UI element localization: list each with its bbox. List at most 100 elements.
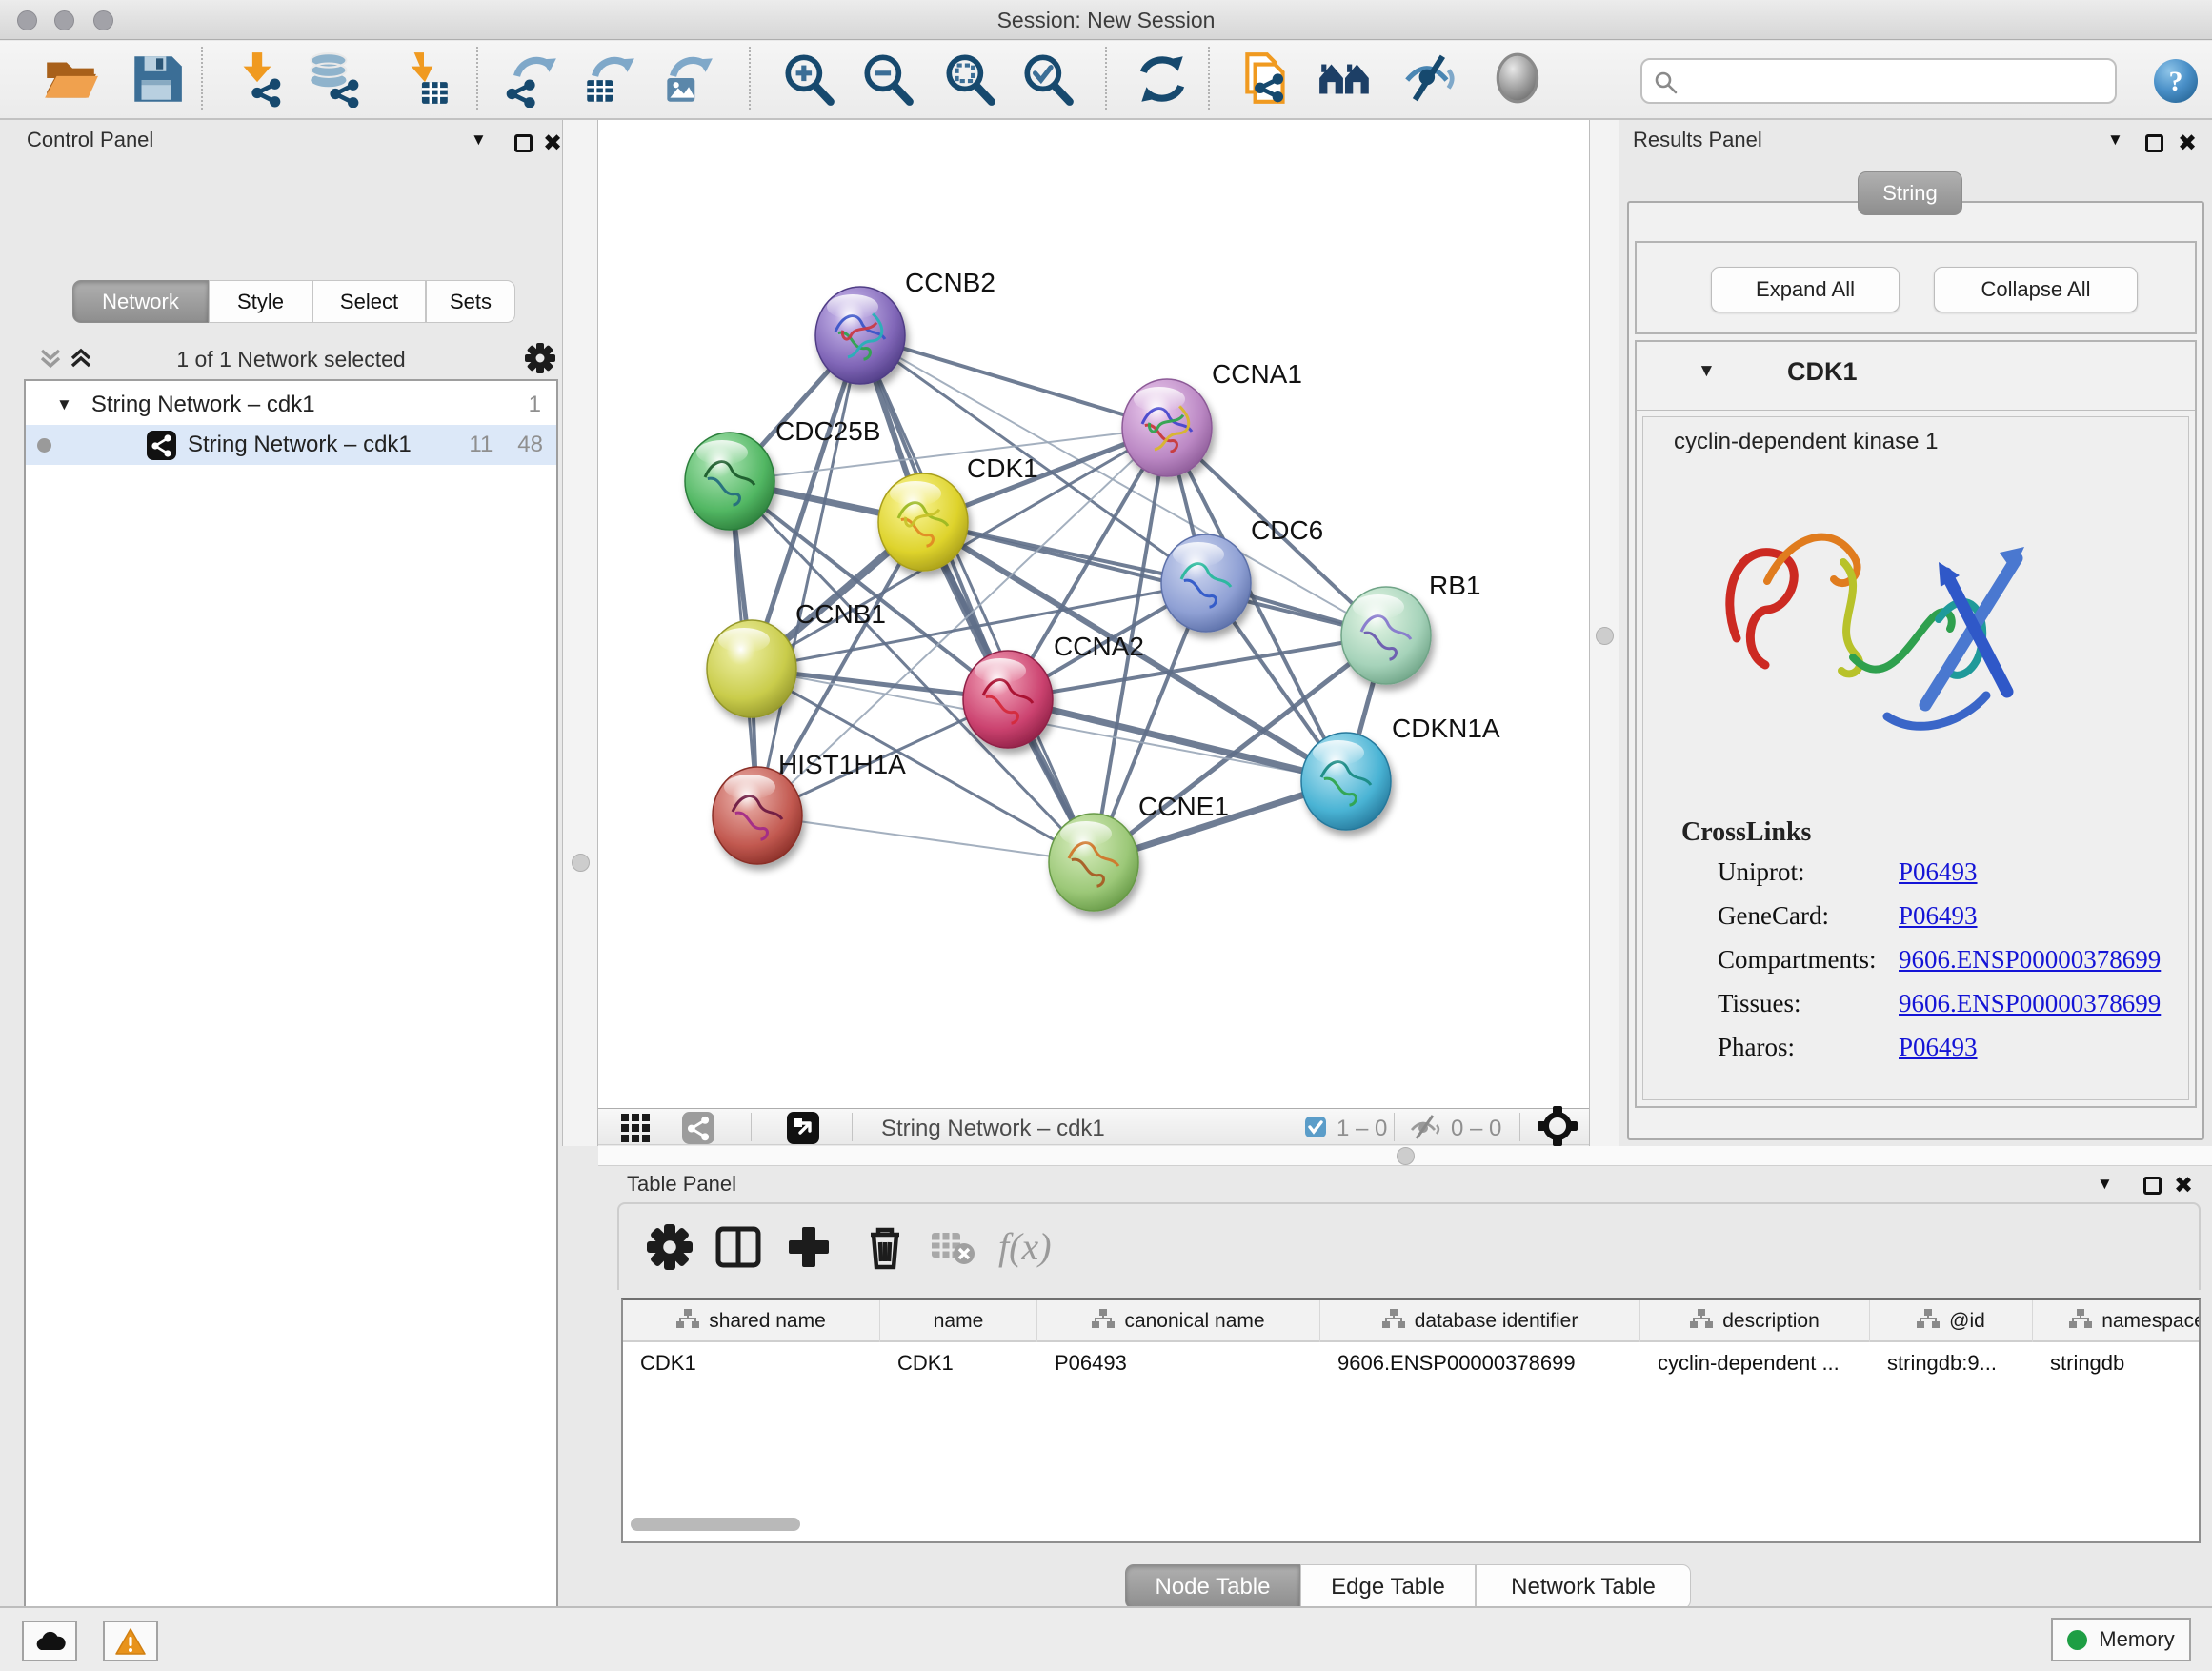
network-node-CCNB2[interactable] <box>815 287 905 384</box>
tab-style[interactable]: Style <box>209 280 312 323</box>
protein-section: ▼ CDK1 cyclin-dependent kinase 1 <box>1635 340 2197 1108</box>
import-database-icon[interactable] <box>303 49 362 108</box>
gray-sphere-icon[interactable] <box>1490 49 1549 108</box>
first-neighbors-icon[interactable] <box>1237 49 1297 108</box>
network-collection-label: String Network – cdk1 <box>91 392 315 418</box>
tab-sets[interactable]: Sets <box>426 280 515 323</box>
column-header-canonical-name[interactable]: canonical name <box>1037 1300 1320 1342</box>
export-image-icon[interactable] <box>657 49 716 108</box>
column-header-namespace[interactable]: namespace <box>2033 1300 2201 1342</box>
network-row-selected[interactable]: String Network – cdk1 11 48 <box>26 425 556 465</box>
float-panel-icon[interactable] <box>2145 134 2163 152</box>
table-cell[interactable]: P06493 <box>1037 1344 1320 1382</box>
network-node-HIST1H1A[interactable] <box>713 767 802 864</box>
tab-select[interactable]: Select <box>312 280 426 323</box>
tab-network-table[interactable]: Network Table <box>1476 1564 1691 1609</box>
refresh-icon[interactable] <box>1132 49 1191 108</box>
column-header--id[interactable]: @id <box>1870 1300 2033 1342</box>
column-header-shared-name[interactable]: shared name <box>623 1300 880 1342</box>
protein-section-header[interactable]: ▼ CDK1 <box>1637 342 2195 411</box>
horizontal-splitter[interactable] <box>598 1146 2212 1166</box>
zoom-selected-icon[interactable] <box>1018 49 1077 108</box>
network-collection-row[interactable]: ▼ String Network – cdk1 1 <box>26 385 556 425</box>
sitemap-icon <box>676 1309 699 1334</box>
zoom-out-icon[interactable] <box>858 49 917 108</box>
search-input[interactable] <box>1686 64 2105 98</box>
memory-button[interactable]: Memory <box>2051 1618 2191 1661</box>
left-splitter[interactable] <box>562 120 598 1146</box>
splitter-handle[interactable] <box>1596 627 1614 645</box>
column-header-database-identifier[interactable]: database identifier <box>1320 1300 1640 1342</box>
add-column-icon[interactable] <box>783 1221 835 1273</box>
splitter-handle[interactable] <box>1397 1147 1415 1165</box>
selected-checkbox-icon[interactable] <box>1305 1117 1326 1137</box>
zoom-fit-icon[interactable] <box>940 49 999 108</box>
crosslink-link[interactable]: 9606.ENSP00000378699 <box>1899 945 2161 975</box>
fit-content-target-icon[interactable] <box>1536 1104 1579 1148</box>
crosslink-link[interactable]: 9606.ENSP00000378699 <box>1899 989 2161 1018</box>
save-icon[interactable] <box>127 49 186 108</box>
table-cell[interactable]: 9606.ENSP00000378699 <box>1320 1344 1640 1382</box>
table-cell[interactable]: CDK1 <box>623 1344 880 1382</box>
close-panel-icon[interactable]: ✖ <box>2174 1175 2193 1198</box>
protein-structure-image <box>1700 467 2062 781</box>
float-panel-icon[interactable] <box>514 134 533 152</box>
network-badge-gray-icon[interactable] <box>682 1112 714 1144</box>
import-table-icon[interactable] <box>394 49 453 108</box>
expand-all-button[interactable]: Expand All <box>1711 267 1900 312</box>
open-folder-icon[interactable] <box>41 49 100 108</box>
network-node-CCNE1[interactable] <box>1049 814 1138 911</box>
grid-view-icon[interactable] <box>619 1112 652 1144</box>
search-box <box>1640 58 2117 104</box>
close-panel-icon[interactable]: ✖ <box>543 132 562 155</box>
import-network-icon[interactable] <box>227 49 286 108</box>
network-canvas[interactable]: CCNB2 CCNA1 CDC25B CDK1 CDC6 RB1 CCNB1 C… <box>598 120 1589 1108</box>
crosslink-link[interactable]: P06493 <box>1899 857 1978 887</box>
close-panel-icon[interactable]: ✖ <box>2178 132 2197 155</box>
delete-column-icon[interactable] <box>859 1221 911 1273</box>
crosslink-link[interactable]: P06493 <box>1899 901 1978 931</box>
network-node-CDK1[interactable] <box>878 473 968 571</box>
network-node-CDKN1A[interactable] <box>1301 733 1391 830</box>
collapse-panel-icon[interactable]: ▼ <box>2097 1175 2113 1194</box>
network-node-CDC6[interactable] <box>1161 534 1251 632</box>
splitter-handle[interactable] <box>572 854 590 872</box>
tab-edge-table[interactable]: Edge Table <box>1300 1564 1476 1609</box>
cloud-button[interactable] <box>22 1621 77 1661</box>
horizontal-scrollbar-thumb[interactable] <box>631 1518 800 1531</box>
column-header-name[interactable]: name <box>880 1300 1037 1342</box>
disclosure-triangle-icon[interactable]: ▼ <box>1698 361 1716 382</box>
collapse-panel-icon[interactable]: ▼ <box>471 131 487 150</box>
network-node-CCNA2[interactable] <box>963 651 1053 748</box>
help-button[interactable]: ? <box>2153 58 2199 104</box>
network-node-RB1[interactable] <box>1341 587 1431 684</box>
hide-unselected-icon[interactable] <box>1401 49 1460 108</box>
string-home-icon[interactable] <box>1316 49 1375 108</box>
right-splitter[interactable] <box>1589 120 1619 1146</box>
tab-network[interactable]: Network <box>72 280 209 323</box>
zoom-in-icon[interactable] <box>779 49 838 108</box>
export-table-icon[interactable] <box>579 49 638 108</box>
export-network-icon[interactable] <box>501 49 560 108</box>
gear-icon[interactable] <box>644 1221 695 1273</box>
table-cell[interactable]: stringdb <box>2033 1344 2201 1382</box>
table-cell[interactable]: CDK1 <box>880 1344 1037 1382</box>
network-node-CDC25B[interactable] <box>685 433 774 530</box>
collapse-all-button[interactable]: Collapse All <box>1934 267 2138 312</box>
network-node-CCNA1[interactable] <box>1122 379 1212 476</box>
float-panel-icon[interactable] <box>2143 1177 2162 1195</box>
column-header-description[interactable]: description <box>1640 1300 1870 1342</box>
gear-icon[interactable] <box>523 341 557 375</box>
tab-string[interactable]: String <box>1858 171 1962 215</box>
table-cell[interactable]: cyclin-dependent ... <box>1640 1344 1870 1382</box>
network-node-CCNB1[interactable] <box>707 620 796 717</box>
crosslink-link[interactable]: P06493 <box>1899 1033 1978 1062</box>
table-cell[interactable]: stringdb:9... <box>1870 1344 2033 1382</box>
birdseye-view-icon[interactable] <box>787 1112 819 1144</box>
collapse-panel-icon[interactable]: ▼ <box>2107 131 2123 150</box>
disclosure-triangle-icon[interactable]: ▼ <box>56 395 72 414</box>
warnings-button[interactable] <box>103 1621 158 1661</box>
tab-node-table[interactable]: Node Table <box>1125 1564 1300 1609</box>
show-columns-icon[interactable] <box>713 1221 764 1273</box>
hidden-eye-icon[interactable] <box>1408 1113 1440 1141</box>
